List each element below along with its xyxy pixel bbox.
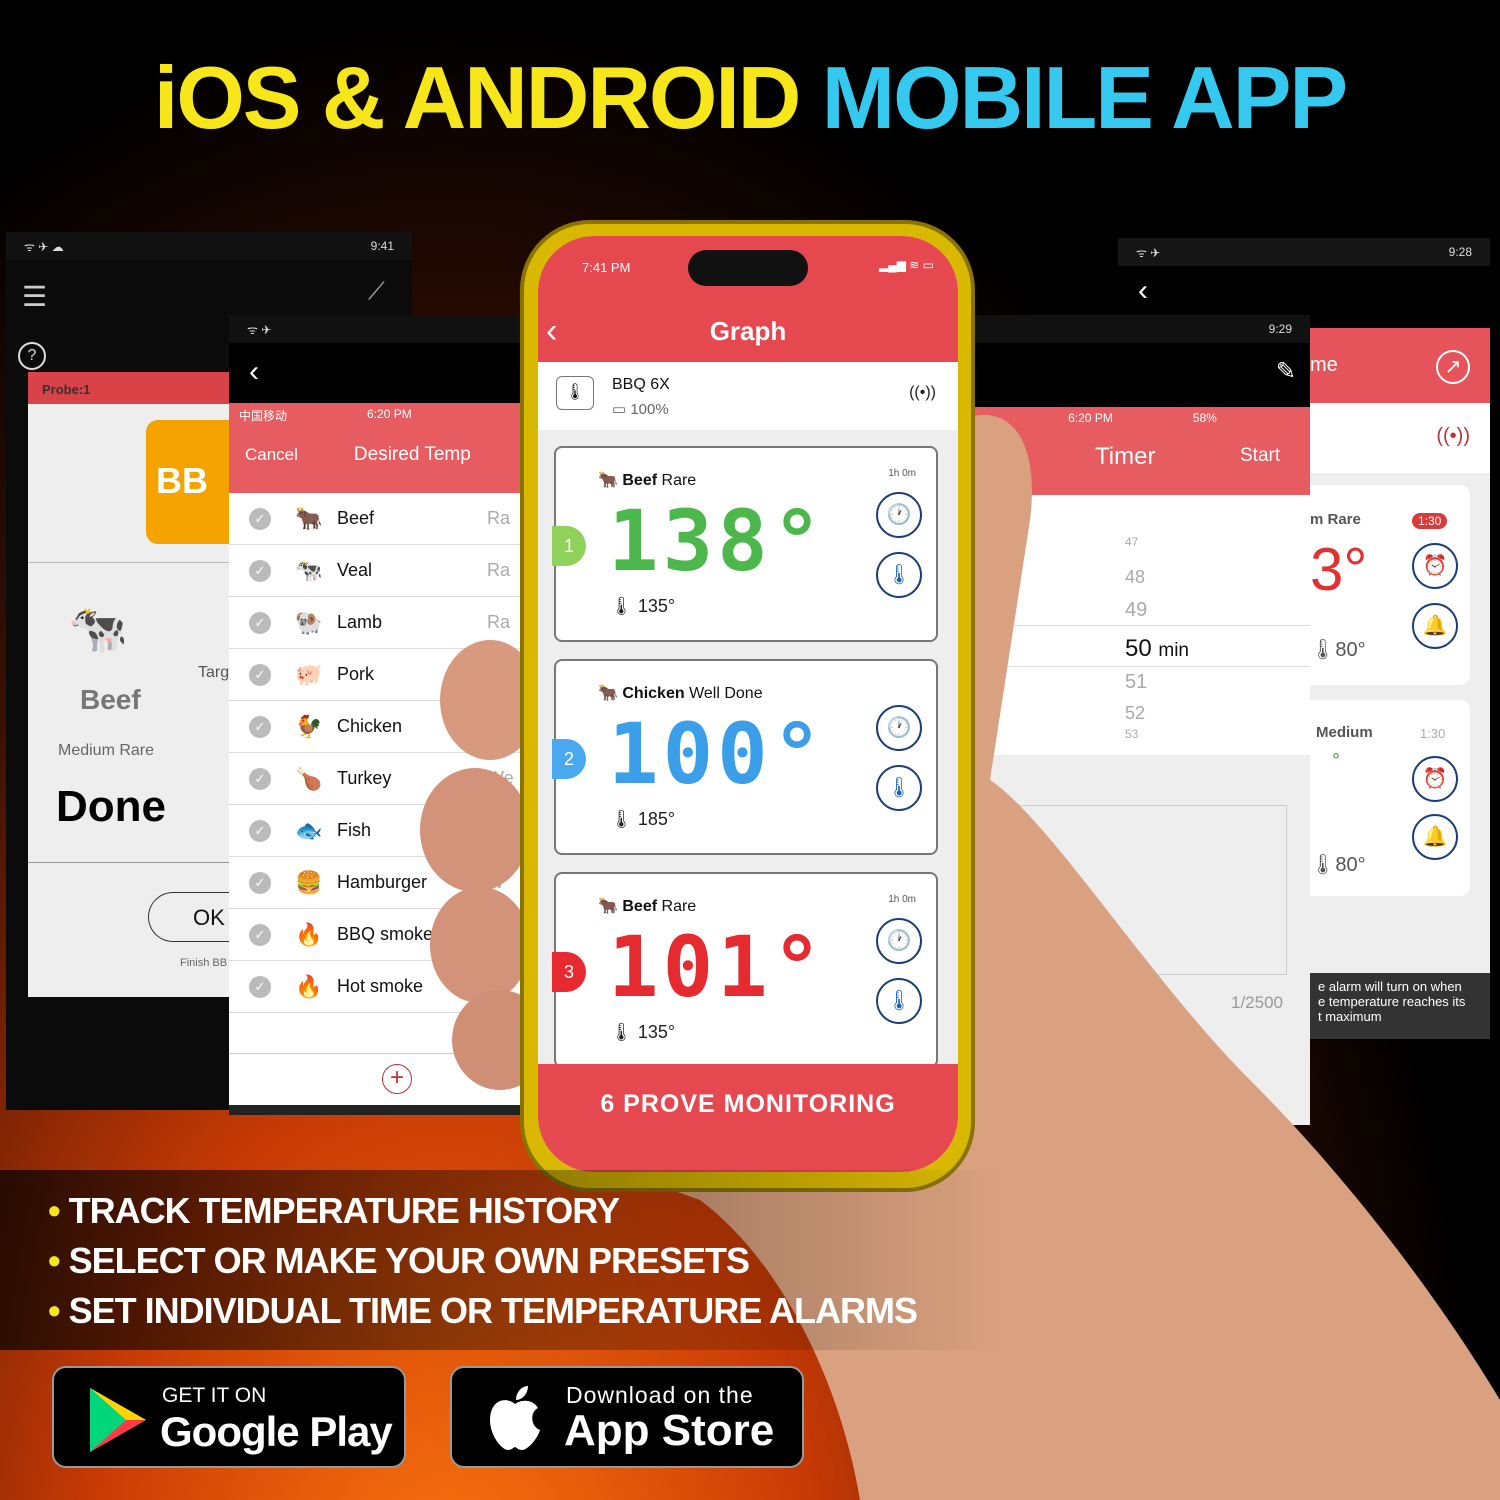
footer-banner: 6 PROVE MONITORING [538, 1064, 958, 1172]
temperature-alarm-icon[interactable]: 🌡 [876, 552, 922, 598]
bullet-item: • SELECT OR MAKE YOUR OWN PRESETS [48, 1240, 750, 1281]
app-store-big-text: App Store [564, 1406, 775, 1455]
apple-icon [490, 1386, 540, 1450]
device-name: BBQ 6X [612, 376, 670, 393]
probe-temperature: 138° [608, 492, 827, 590]
probe-food: 🐂 Beef Rare [598, 898, 697, 915]
probe-target: 🌡 185° [610, 809, 676, 829]
probe-number-badge: 1 [552, 526, 586, 566]
dynamic-island [688, 250, 808, 286]
phone-screen: 7:41 PM ▂▄▆ ≋ ▭ ‹ Graph 🌡 BBQ 6X ▭ 100% … [538, 236, 958, 1172]
signal-icon: ((•)) [909, 384, 936, 401]
probe-card[interactable]: 3 🐂 Beef Rare 1h 0m 101° 🌡 135° 🕐 🌡 [552, 872, 938, 1068]
probe-timer: 1h 0m [888, 468, 916, 479]
probe-food: 🐂 Chicken Well Done [598, 685, 763, 702]
probe-target: 🌡 135° [610, 596, 676, 616]
app-store-small-text: Download on the [566, 1382, 754, 1408]
device-row[interactable]: 🌡 BBQ 6X ▭ 100% ((•)) [538, 362, 958, 430]
google-play-small-text: GET IT ON [162, 1384, 267, 1407]
timer-alarm-icon[interactable]: 🕐 [876, 705, 922, 751]
probe-number-badge: 2 [552, 739, 586, 779]
app-store-button[interactable]: Download on the App Store [450, 1366, 804, 1468]
food-icon: 🐂 [598, 898, 623, 915]
status-icons: ▂▄▆ ≋ ▭ [878, 258, 934, 272]
temperature-alarm-icon[interactable]: 🌡 [876, 978, 922, 1024]
device-battery: ▭ 100% [612, 400, 669, 418]
google-play-icon [90, 1388, 146, 1452]
google-play-big-text: Google Play [160, 1408, 393, 1455]
status-time: 7:41 PM [582, 260, 631, 275]
timer-alarm-icon[interactable]: 🕐 [876, 492, 922, 538]
screen-title: Graph [709, 316, 787, 346]
thermometer-icon: 🌡 [556, 376, 594, 410]
probe-card[interactable]: 2 🐂 Chicken Well Done 100° 🌡 185° 🕐 🌡 [552, 659, 938, 855]
phone-header: 7:41 PM ▂▄▆ ≋ ▭ ‹ Graph [538, 236, 958, 362]
probe-timer: 1h 0m [888, 894, 916, 905]
timer-alarm-icon[interactable]: 🕐 [876, 918, 922, 964]
google-play-button[interactable]: GET IT ON Google Play [52, 1366, 406, 1468]
probe-temperature: 101° [608, 918, 827, 1016]
probe-target: 🌡 135° [610, 1022, 676, 1042]
battery-icon: ▭ [612, 401, 631, 418]
probe-card[interactable]: 1 🐂 Beef Rare 1h 0m 138° 🌡 135° 🕐 🌡 [552, 446, 938, 642]
probe-food: 🐂 Beef Rare [598, 472, 697, 489]
probe-temperature: 100° [608, 705, 827, 803]
battery-level: 100% [630, 401, 669, 418]
bullet-item: • SET INDIVIDUAL TIME OR TEMPERATURE ALA… [48, 1290, 918, 1331]
temperature-alarm-icon[interactable]: 🌡 [876, 765, 922, 811]
probe-number-badge: 3 [552, 952, 586, 992]
bullet-item: • TRACK TEMPERATURE HISTORY [48, 1190, 620, 1231]
food-icon: 🐂 [598, 472, 623, 489]
food-icon: 🐂 [598, 685, 623, 702]
